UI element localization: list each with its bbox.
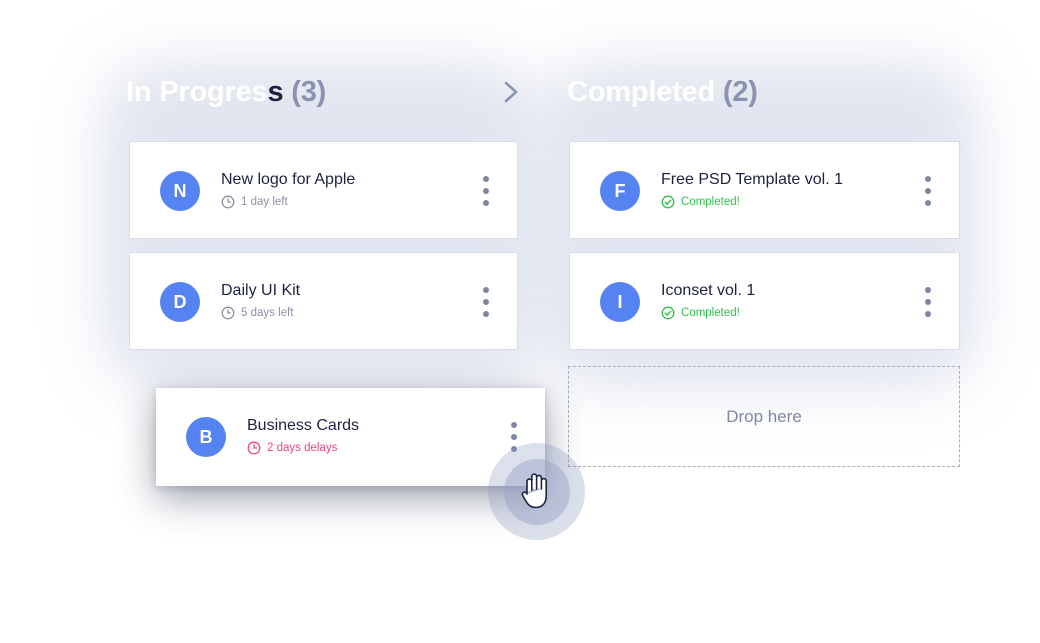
drop-zone-label: Drop here <box>726 406 802 426</box>
in-progress-heading-text: In Progres <box>126 76 268 108</box>
task-due: 1 day left <box>221 195 288 209</box>
in-progress-heading-text-end: s <box>267 76 284 108</box>
avatar: F <box>600 171 640 211</box>
kanban-board: In Progress (3) Completed (2) N New logo… <box>0 0 1040 643</box>
more-options-icon[interactable] <box>482 287 490 317</box>
task-title: Daily UI Kit <box>221 282 301 299</box>
task-title: Iconset vol. 1 <box>661 282 756 299</box>
task-title: New logo for Apple <box>221 171 356 188</box>
check-circle-icon <box>661 195 675 209</box>
chevron-right-icon[interactable] <box>500 80 522 104</box>
task-card[interactable]: N New logo for Apple 1 day left <box>129 141 518 239</box>
completed-count: (2) <box>722 76 758 108</box>
avatar: N <box>160 171 200 211</box>
more-options-icon[interactable] <box>924 287 932 317</box>
task-due: 2 days delays <box>247 441 337 455</box>
avatar: D <box>160 282 200 322</box>
more-options-icon[interactable] <box>482 176 490 206</box>
avatar: B <box>186 417 226 457</box>
task-status: Completed! <box>661 306 740 320</box>
drop-zone[interactable]: Drop here <box>568 366 960 467</box>
clock-icon <box>221 195 235 209</box>
task-card[interactable]: F Free PSD Template vol. 1 Completed! <box>569 141 960 239</box>
task-card[interactable]: I Iconset vol. 1 Completed! <box>569 252 960 350</box>
in-progress-count: (3) <box>291 76 327 108</box>
check-circle-icon <box>661 306 675 320</box>
completed-heading: Completed (2) <box>567 76 758 112</box>
clock-icon <box>221 306 235 320</box>
in-progress-heading: In Progress (3) <box>126 76 326 112</box>
completed-heading-text: Completed <box>567 76 716 108</box>
dragging-task-card[interactable]: B Business Cards 2 days delays <box>156 388 545 486</box>
clock-icon <box>247 441 261 455</box>
task-card[interactable]: D Daily UI Kit 5 days left <box>129 252 518 350</box>
task-status-text: Completed! <box>681 196 740 208</box>
task-title: Business Cards <box>247 417 360 434</box>
more-options-icon[interactable] <box>924 176 932 206</box>
task-due-text: 1 day left <box>241 196 288 208</box>
task-status: Completed! <box>661 195 740 209</box>
task-due-text: 2 days delays <box>267 442 338 454</box>
task-due-text: 5 days left <box>241 307 294 319</box>
grab-hand-icon <box>521 473 547 509</box>
avatar: I <box>600 282 640 322</box>
task-title: Free PSD Template vol. 1 <box>661 171 844 188</box>
task-due: 5 days left <box>221 306 293 320</box>
task-status-text: Completed! <box>681 307 740 319</box>
